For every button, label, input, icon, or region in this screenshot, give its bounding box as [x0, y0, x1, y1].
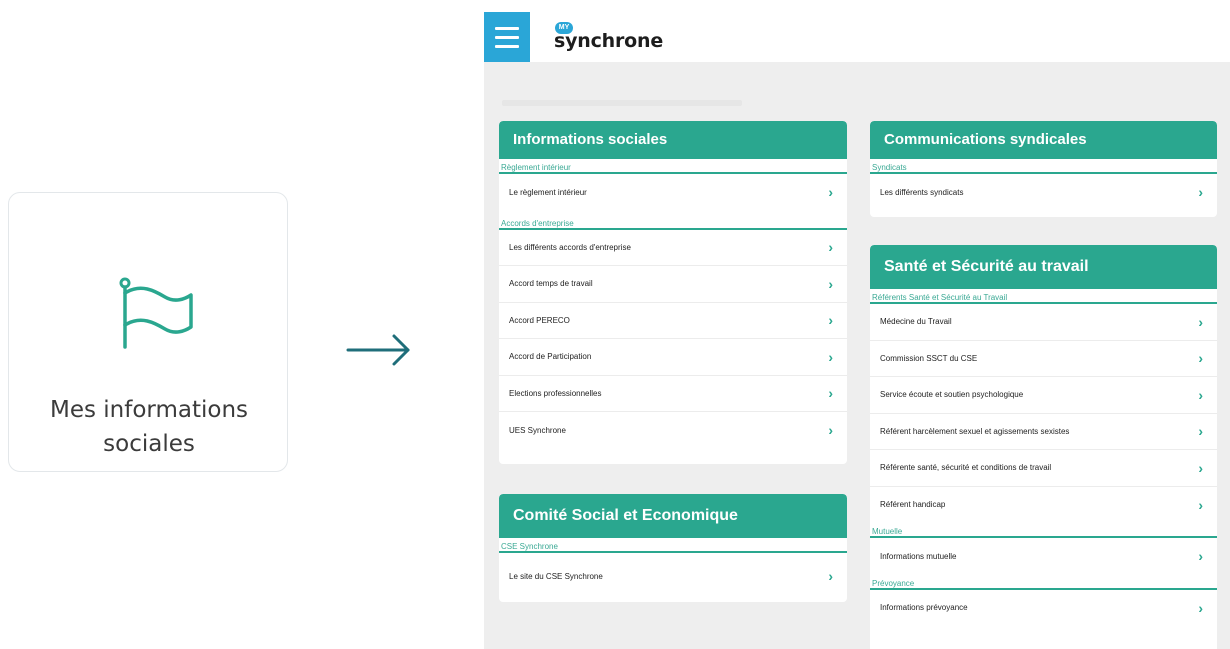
chevron-right-icon: ›	[828, 312, 833, 329]
chevron-right-icon: ›	[1198, 599, 1203, 616]
list-item[interactable]: Le site du CSE Synchrone ›	[499, 553, 847, 599]
list-prevoyance: Informations prévoyance ›	[870, 590, 1217, 627]
list-item[interactable]: Accord de Participation ›	[499, 339, 847, 376]
list-item-label: Elections professionnelles	[509, 388, 602, 398]
list-item-label: Service écoute et soutien psychologique	[880, 390, 1024, 400]
card-title: Communications syndicales	[870, 121, 1217, 159]
list-item[interactable]: Informations mutuelle ›	[870, 538, 1217, 575]
mes-informations-sociales-tile[interactable]: Mes informations sociales	[8, 192, 288, 472]
section-referents: Référents Santé et Sécurité au Travail	[870, 289, 1217, 304]
list-item[interactable]: Accord temps de travail ›	[499, 266, 847, 303]
section-cse-synchrone: CSE Synchrone	[499, 538, 847, 553]
list-item[interactable]: UES Synchrone ›	[499, 412, 847, 449]
chevron-right-icon: ›	[1198, 548, 1203, 565]
stage: Mes informations sociales MY synchrone I…	[0, 0, 1230, 649]
chevron-right-icon: ›	[1198, 386, 1203, 403]
list-item[interactable]: Commission SSCT du CSE ›	[870, 341, 1217, 377]
list-item[interactable]: Accord PERECO ›	[499, 303, 847, 339]
list-referents: Médecine du Travail › Commission SSCT du…	[870, 304, 1217, 523]
chevron-right-icon: ›	[828, 239, 833, 256]
list-item[interactable]: Référent harcèlement sexuel et agissemen…	[870, 414, 1217, 450]
list-item-label: Informations prévoyance	[880, 603, 968, 613]
app-screen: MY synchrone Informations sociales Règle…	[484, 10, 1230, 649]
flag-icon	[119, 277, 193, 349]
chevron-right-icon: ›	[828, 348, 833, 365]
list-item-label: Référent handicap	[880, 500, 946, 510]
hamburger-line	[495, 44, 519, 48]
list-item-label: Le règlement intérieur	[509, 187, 587, 197]
list-item[interactable]: Le règlement intérieur ›	[499, 174, 847, 211]
chevron-right-icon: ›	[1198, 459, 1203, 476]
list-item[interactable]: Référent handicap ›	[870, 487, 1217, 524]
list-cse: Le site du CSE Synchrone ›	[499, 553, 847, 599]
section-mutuelle: Mutuelle	[870, 523, 1217, 538]
hamburger-icon[interactable]	[484, 12, 530, 62]
logo-badge: MY	[555, 22, 573, 34]
list-reglement: Le règlement intérieur ›	[499, 174, 847, 211]
chevron-right-icon: ›	[1198, 313, 1203, 330]
card-sante-securite: Santé et Sécurité au travail Référents S…	[870, 245, 1217, 649]
app-bar: MY synchrone	[484, 10, 1230, 62]
hamburger-line	[495, 35, 519, 39]
hamburger-line	[495, 26, 519, 30]
list-item-label: Accord temps de travail	[509, 279, 593, 289]
list-item[interactable]: Service écoute et soutien psychologique …	[870, 377, 1217, 414]
list-item-label: Accord de Participation	[509, 352, 592, 362]
list-item-label: Référente santé, sécurité et conditions …	[880, 463, 1052, 473]
list-item[interactable]: Les différents accords d'entreprise ›	[499, 230, 847, 266]
section-reglement: Règlement intérieur	[499, 159, 847, 174]
list-syndicats: Les différents syndicats ›	[870, 174, 1217, 211]
chevron-right-icon: ›	[828, 275, 833, 292]
list-item-label: Le site du CSE Synchrone	[509, 571, 603, 581]
tile-label-line1: Mes informations	[49, 397, 248, 423]
chevron-right-icon: ›	[1198, 350, 1203, 367]
faint-divider	[502, 100, 742, 106]
chevron-right-icon: ›	[828, 184, 833, 201]
chevron-right-icon: ›	[828, 422, 833, 439]
card-informations-sociales: Informations sociales Règlement intérieu…	[499, 121, 847, 464]
list-item-label: Les différents accords d'entreprise	[509, 242, 631, 252]
list-item[interactable]: Les différents syndicats ›	[870, 174, 1217, 211]
chevron-right-icon: ›	[1198, 496, 1203, 513]
card-title: Santé et Sécurité au travail	[870, 245, 1217, 289]
list-item[interactable]: Médecine du Travail ›	[870, 304, 1217, 341]
list-item-label: Commission SSCT du CSE	[880, 353, 978, 363]
chevron-right-icon: ›	[828, 385, 833, 402]
card-communications-syndicales: Communications syndicales Syndicats Les …	[870, 121, 1217, 217]
card-title: Comité Social et Economique	[499, 494, 847, 538]
list-mutuelle: Informations mutuelle ›	[870, 538, 1217, 575]
section-syndicats: Syndicats	[870, 159, 1217, 174]
list-item-label: Les différents syndicats	[880, 187, 964, 197]
list-item[interactable]: Elections professionnelles ›	[499, 376, 847, 412]
list-accords: Les différents accords d'entreprise › Ac…	[499, 230, 847, 449]
list-item-label: Accord PERECO	[509, 315, 570, 325]
section-prevoyance: Prévoyance	[870, 575, 1217, 590]
card-title: Informations sociales	[499, 121, 847, 159]
app-logo: MY synchrone	[554, 22, 663, 52]
chevron-right-icon: ›	[828, 568, 833, 584]
chevron-right-icon: ›	[1198, 184, 1203, 201]
list-item-label: Référent harcèlement sexuel et agissemen…	[880, 426, 1070, 436]
card-cse: Comité Social et Economique CSE Synchron…	[499, 494, 847, 602]
list-item-label: UES Synchrone	[509, 425, 566, 435]
tile-label: Mes informations sociales	[9, 393, 289, 461]
tile-label-line2: sociales	[103, 431, 195, 457]
list-item-label: Informations mutuelle	[880, 551, 957, 561]
list-item[interactable]: Référente santé, sécurité et conditions …	[870, 450, 1217, 487]
arrow-right-icon	[346, 334, 410, 366]
section-accords: Accords d'entreprise	[499, 215, 847, 230]
chevron-right-icon: ›	[1198, 423, 1203, 440]
list-item-label: Médecine du Travail	[880, 317, 952, 327]
list-item[interactable]: Informations prévoyance ›	[870, 590, 1217, 627]
